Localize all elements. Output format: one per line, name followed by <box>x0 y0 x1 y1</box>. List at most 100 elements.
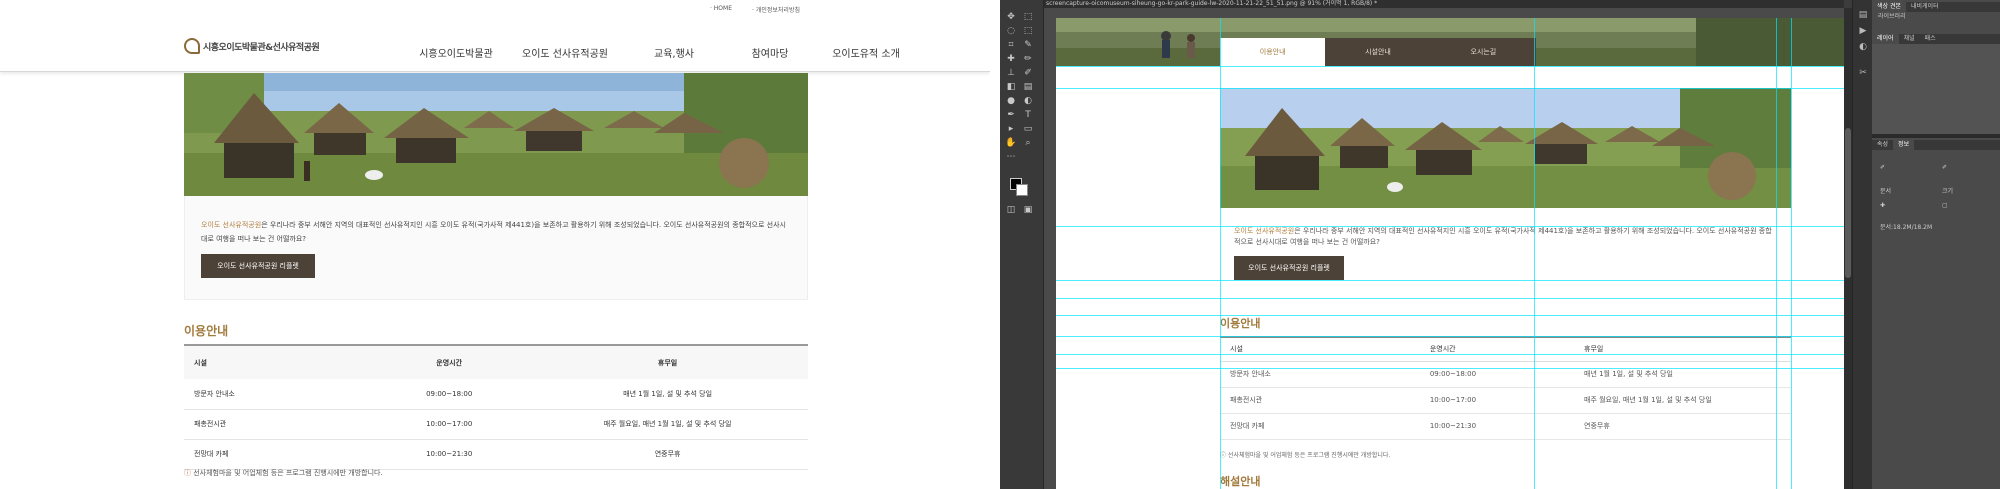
guide-line[interactable] <box>1056 354 1844 355</box>
logo-text: 시흥오이도박물관&선사유적공원 <box>203 42 320 53</box>
nav-item-introduction[interactable]: 오이도유적 소개 <box>818 45 914 60</box>
guide-tabs: 이용안내 시설안내 오시는길 <box>1220 38 1536 66</box>
table-row: 방문자 안내소 09:00~18:00 매년 1월 1일, 설 및 추석 당일 <box>184 379 808 410</box>
photoshop-window: ✥ ⬚ ◌ ⬚ ⌗ ✎ ✚ ✏ ⊥ ✐ ◧ ▤ ● ◐ ✒ T ▸ ▭ ✋ ⌕ … <box>1000 0 2000 489</box>
document-canvas[interactable]: 이용안내 시설안내 오시는길 오이도 선사유적공원은 우리나라 중부 서해안 지… <box>1056 18 1844 489</box>
tab-channels[interactable]: 채널 <box>1899 34 1920 44</box>
guide-line[interactable] <box>1056 368 1844 369</box>
guide-line[interactable] <box>1056 88 1844 89</box>
guide-line[interactable] <box>1056 280 1844 281</box>
layers-panel-tabs: 레이어 채널 패스 <box>1872 34 2000 44</box>
history-brush-icon[interactable]: ✐ <box>1022 68 1034 79</box>
swatches-panel-tabs: 색상 견본 내비게이터 <box>1872 2 2000 12</box>
col-header-closed: 휴무일 <box>527 344 808 379</box>
guide-line[interactable] <box>1056 315 1844 316</box>
guide-line[interactable] <box>1056 336 1844 337</box>
stamp-tool-icon[interactable]: ⊥ <box>1005 68 1017 79</box>
guide-line[interactable] <box>1056 298 1844 299</box>
quick-mask-icon[interactable]: ◫ <box>1005 205 1017 216</box>
tab-directions[interactable]: 오시는길 <box>1430 38 1536 66</box>
adjustments-panel-icon[interactable]: ◐ <box>1858 42 1868 52</box>
nav-item-park[interactable]: 오이도 선사유적공원 <box>504 45 626 60</box>
intro-highlight: 오이도 선사유적공원 <box>201 221 262 229</box>
table-row: 패총전시관 10:00~17:00 매주 월요일, 매년 1월 1일, 설 및 … <box>184 409 808 440</box>
properties-panel-tabs: 속성 정보 <box>1872 140 2000 150</box>
lasso-tool-icon[interactable]: ◌ <box>1005 26 1017 37</box>
object-select-tool-icon[interactable]: ⬚ <box>1022 26 1034 37</box>
gradient-tool-icon[interactable]: ▤ <box>1022 82 1034 93</box>
marquee-tool-icon[interactable]: ⬚ <box>1022 12 1034 23</box>
layers-list[interactable] <box>1872 44 2000 134</box>
move-tool-icon[interactable]: ✥ <box>1005 12 1017 23</box>
table-cell: 09:00~18:00 <box>371 379 528 410</box>
intro-text: 오이도 선사유적공원은 우리나라 중부 서해안 지역의 대표적인 선사유적지인 … <box>201 218 791 246</box>
actions-panel-icon[interactable]: ▶ <box>1858 26 1868 36</box>
leaflet-button[interactable]: 오이도 선사유적공원 리플렛 <box>201 254 315 278</box>
eraser-tool-icon[interactable]: ◧ <box>1005 82 1017 93</box>
tab-navigator[interactable]: 내비게이터 <box>1906 2 1944 12</box>
nav-item-participation[interactable]: 참여마당 <box>722 45 818 60</box>
tab-swatches[interactable]: 색상 견본 <box>1872 2 1906 12</box>
ruler-vertical[interactable] <box>1044 8 1056 489</box>
type-tool-icon[interactable]: T <box>1022 110 1034 121</box>
site-header: HOME 개인정보처리방침 시흥오이도박물관&선사유적공원 시흥오이도박물관 오… <box>0 0 990 72</box>
ruler-horizontal[interactable] <box>1056 8 1844 18</box>
crosshair-icon: ✚ <box>1880 202 1886 209</box>
tab-properties[interactable]: 속성 <box>1872 140 1893 150</box>
dodge-tool-icon[interactable]: ◐ <box>1022 96 1034 107</box>
document-tab[interactable]: screencapture-oicomuseum-siheung-go-kr-p… <box>1044 0 1844 8</box>
healing-tool-icon[interactable]: ✚ <box>1005 54 1017 65</box>
info-panel: ✐ ✐ 문서 크기 ✚ ▢ 문서:18.2M/18.2M <box>1872 150 2000 240</box>
table-cell: 10:00~21:30 <box>1419 413 1574 440</box>
more-tools-icon[interactable]: ⋯ <box>1005 152 1017 163</box>
eyedropper-tool-icon[interactable]: ✎ <box>1022 40 1034 51</box>
toolbar: ✥ ⬚ ◌ ⬚ ⌗ ✎ ✚ ✏ ⊥ ✐ ◧ ▤ ● ◐ ✒ T ▸ ▭ ✋ ⌕ … <box>1000 0 1044 489</box>
intro-body: 은 우리나라 중부 서해안 지역의 대표적인 선사유적지인 시흥 오이도 유적(… <box>201 221 786 243</box>
table-note: 선사체험마을 및 어업체험 등은 프로그램 진행시에만 개방합니다. <box>1220 450 1390 459</box>
shape-tool-icon[interactable]: ▭ <box>1022 124 1034 135</box>
brush-tool-icon[interactable]: ✏ <box>1022 54 1034 65</box>
tab-layers[interactable]: 레이어 <box>1872 34 1899 44</box>
browser-scrollbar[interactable] <box>990 0 1000 489</box>
background-color-swatch[interactable] <box>1016 184 1028 196</box>
tab-facilities[interactable]: 시설안내 <box>1325 38 1431 66</box>
history-panel-icon[interactable]: ▤ <box>1858 10 1868 20</box>
scrollbar-thumb[interactable] <box>1845 128 1851 278</box>
zoom-tool-icon[interactable]: ⌕ <box>1022 138 1034 149</box>
panel-divider[interactable] <box>1872 134 2000 138</box>
blur-tool-icon[interactable]: ● <box>1005 96 1017 107</box>
eyedropper-icon: ✐ <box>1880 164 1886 171</box>
table-cell: 패총전시관 <box>184 409 372 440</box>
table-cell: 10:00~17:00 <box>1419 387 1574 414</box>
browser-page: HOME 개인정보처리방침 시흥오이도박물관&선사유적공원 시흥오이도박물관 오… <box>0 0 990 489</box>
nav-item-museum[interactable]: 시흥오이도박물관 <box>408 45 504 60</box>
box-icon: ▢ <box>1942 202 1948 209</box>
hand-tool-icon[interactable]: ✋ <box>1005 138 1017 149</box>
home-link[interactable]: HOME <box>710 5 732 14</box>
tab-paths[interactable]: 패스 <box>1920 34 1941 44</box>
guide-line[interactable] <box>1056 66 1844 67</box>
intro-highlight: 오이도 선사유적공원 <box>1234 227 1295 235</box>
nav-item-education[interactable]: 교육,행사 <box>626 45 722 60</box>
tools-panel-icon[interactable]: ✂ <box>1858 68 1868 78</box>
main-nav: 시흥오이도박물관 오이도 선사유적공원 교육,행사 참여마당 오이도유적 소개 <box>408 45 914 60</box>
libraries-label[interactable]: 라이브러리 <box>1872 12 2000 22</box>
path-select-icon[interactable]: ▸ <box>1005 124 1017 135</box>
pen-tool-icon[interactable]: ✒ <box>1005 110 1017 121</box>
table-cell: 방문자 안내소 <box>184 379 372 410</box>
table-note: 선사체험마을 및 어업체험 등은 프로그램 진행시에만 개방합니다. <box>184 468 382 478</box>
screen-mode-icon[interactable]: ▣ <box>1022 205 1034 216</box>
canvas-scrollbar[interactable] <box>1844 8 1852 489</box>
table-cell: 연중무휴 <box>1574 413 1791 440</box>
tab-info[interactable]: 정보 <box>1893 140 1915 150</box>
guide-line[interactable] <box>1056 226 1844 227</box>
privacy-link[interactable]: 개인정보처리방침 <box>752 5 800 14</box>
doc-size-readout: 문서:18.2M/18.2M <box>1880 224 1933 231</box>
table-cell: 10:00~21:30 <box>371 439 528 470</box>
intro-card: 오이도 선사유적공원은 우리나라 중부 서해안 지역의 대표적인 선사유적지인 … <box>184 196 808 300</box>
tab-usage[interactable]: 이용안내 <box>1220 38 1326 66</box>
panel-dock: ▤ ▶ ◐ ✂ <box>1852 0 1872 489</box>
site-logo[interactable]: 시흥오이도박물관&선사유적공원 <box>184 38 320 54</box>
intro-body: 은 우리나라 중부 서해안 지역의 대표적인 선사유적지인 시흥 오이도 유적(… <box>1234 227 1772 246</box>
crop-tool-icon[interactable]: ⌗ <box>1005 40 1017 51</box>
